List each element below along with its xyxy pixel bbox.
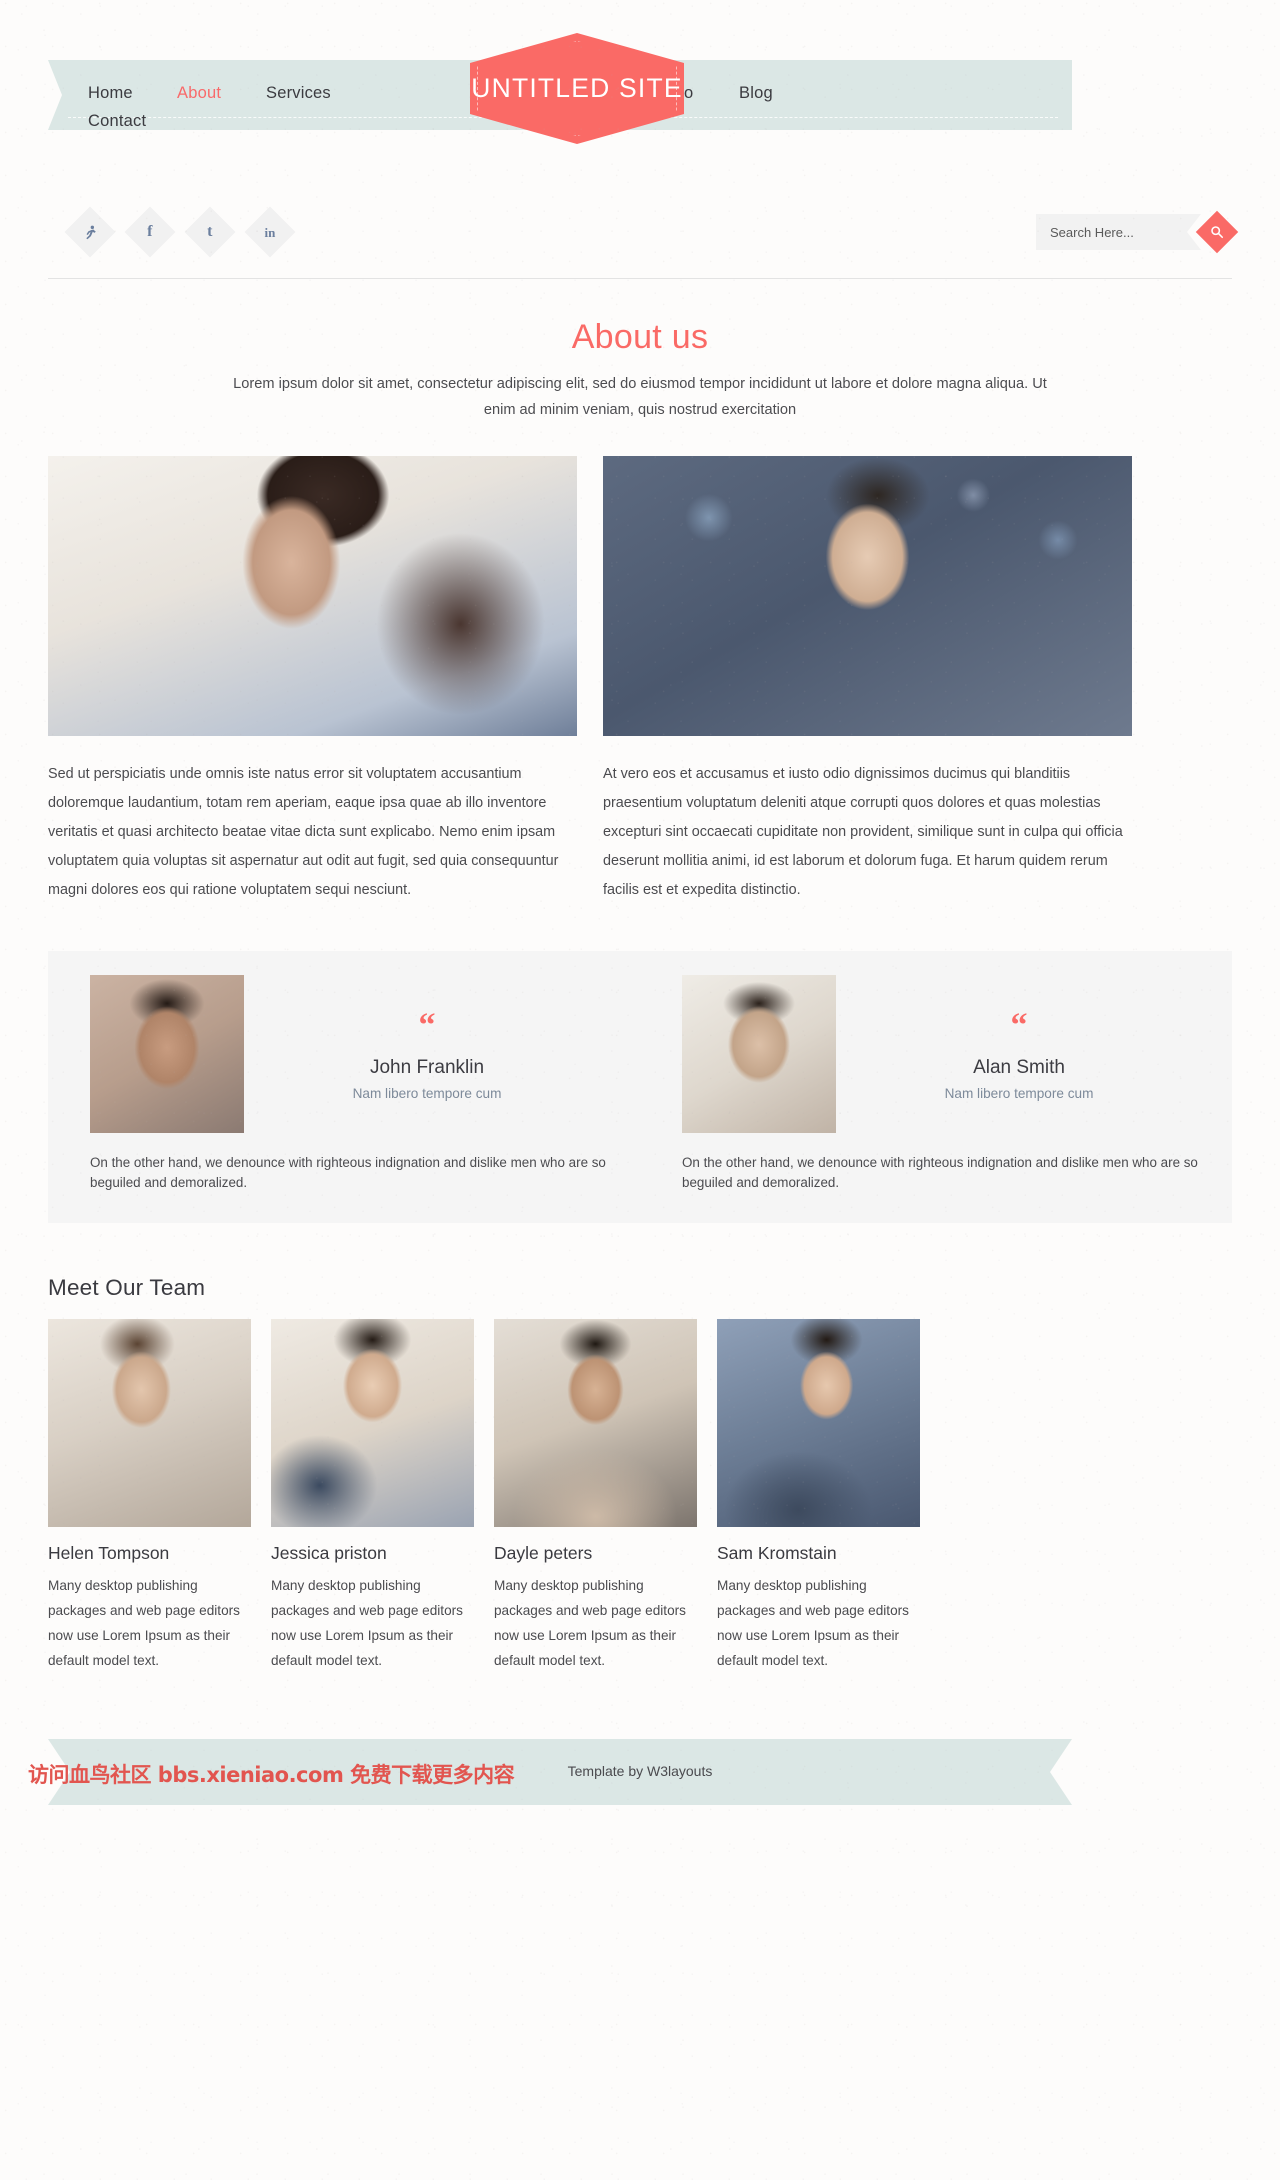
team-member-card[interactable]: Sam Kromstain Many desktop publishing pa… bbox=[717, 1319, 920, 1673]
team-member-photo bbox=[271, 1319, 474, 1527]
search-form bbox=[1036, 210, 1239, 254]
dribbble-icon[interactable] bbox=[64, 206, 116, 258]
about-subtitle: Lorem ipsum dolor sit amet, consectetur … bbox=[233, 376, 1047, 418]
linkedin-icon[interactable]: in bbox=[244, 206, 296, 258]
testimonial-text: On the other hand, we denounce with righ… bbox=[682, 1155, 1198, 1190]
testimonial-avatar bbox=[682, 975, 836, 1133]
testimonial-role: Nam libero tempore cum bbox=[352, 1086, 502, 1101]
page-title: About us bbox=[571, 318, 709, 356]
about-image-left bbox=[48, 456, 577, 736]
team-member-name: Sam Kromstain bbox=[717, 1543, 837, 1563]
team-member-card[interactable]: Dayle peters Many desktop publishing pac… bbox=[494, 1319, 697, 1673]
testimonial-meta: “ Alan Smith Nam libero tempore cum bbox=[836, 975, 1232, 1133]
nav-link-blog[interactable]: Blog bbox=[739, 84, 773, 103]
twitter-glyph: t bbox=[207, 222, 213, 240]
search-submit-button[interactable] bbox=[1195, 210, 1239, 254]
watermark-overlay: 访问血鸟社区 bbs.xieniao.com 免费下载更多内容 bbox=[28, 1763, 515, 1787]
about-text-left: Sed ut perspiciatis unde omnis iste natu… bbox=[48, 766, 559, 898]
testimonial-role: Nam libero tempore cum bbox=[944, 1086, 1094, 1101]
team-member-photo bbox=[48, 1319, 251, 1527]
utility-bar: f t in bbox=[0, 200, 1280, 292]
team-member-name: Helen Tompson bbox=[48, 1543, 170, 1563]
team-member-photo bbox=[717, 1319, 920, 1527]
team-member-name: Dayle peters bbox=[494, 1543, 593, 1563]
quote-icon: “ bbox=[1010, 1007, 1028, 1044]
team-member-name: Jessica priston bbox=[271, 1543, 387, 1563]
team-member-description: Many desktop publishing packages and web… bbox=[494, 1578, 686, 1668]
testimonial-name: Alan Smith bbox=[973, 1057, 1065, 1078]
nav-link-contact[interactable]: Contact bbox=[88, 112, 146, 131]
team-member-card[interactable]: Jessica priston Many desktop publishing … bbox=[271, 1319, 474, 1673]
search-field-wrapper bbox=[1036, 214, 1201, 250]
team-member-photo bbox=[494, 1319, 697, 1527]
team-member-description: Many desktop publishing packages and web… bbox=[48, 1578, 240, 1668]
about-header: About us Lorem ipsum dolor sit amet, con… bbox=[0, 318, 1280, 423]
about-column-left: Sed ut perspiciatis unde omnis iste natu… bbox=[48, 456, 577, 905]
about-image-right bbox=[603, 456, 1132, 736]
social-links: f t in bbox=[64, 206, 296, 258]
testimonial-meta: “ John Franklin Nam libero tempore cum bbox=[244, 975, 640, 1133]
team-grid: Helen Tompson Many desktop publishing pa… bbox=[48, 1319, 1232, 1673]
nav-link-about[interactable]: About bbox=[177, 84, 221, 103]
testimonials-row: “ John Franklin Nam libero tempore cum “… bbox=[48, 975, 1232, 1133]
about-text-right: At vero eos et accusamus et iusto odio d… bbox=[603, 766, 1123, 898]
testimonial-card: “ Alan Smith Nam libero tempore cum bbox=[640, 975, 1232, 1133]
site-footer: Template by W3layouts 访问血鸟社区 bbs.xieniao… bbox=[0, 1717, 1280, 1827]
facebook-glyph: f bbox=[147, 222, 153, 240]
testimonial-name: John Franklin bbox=[369, 1057, 485, 1078]
section-divider bbox=[48, 278, 1232, 279]
about-column-right: At vero eos et accusamus et iusto odio d… bbox=[603, 456, 1132, 905]
nav-link-services[interactable]: Services bbox=[266, 84, 331, 103]
team-member-description: Many desktop publishing packages and web… bbox=[717, 1578, 909, 1668]
testimonial-quotes-row: On the other hand, we denounce with righ… bbox=[48, 1153, 1232, 1193]
twitter-icon[interactable]: t bbox=[184, 206, 236, 258]
site-logo-text: UNTITLED SITE bbox=[471, 73, 683, 103]
search-input[interactable] bbox=[1050, 225, 1180, 240]
facebook-icon[interactable]: f bbox=[124, 206, 176, 258]
about-columns: Sed ut perspiciatis unde omnis iste natu… bbox=[48, 456, 1232, 905]
testimonials-section: “ John Franklin Nam libero tempore cum “… bbox=[48, 951, 1232, 1223]
testimonial-card: “ John Franklin Nam libero tempore cum bbox=[48, 975, 640, 1133]
testimonial-text: On the other hand, we denounce with righ… bbox=[90, 1155, 606, 1190]
testimonial-avatar bbox=[90, 975, 244, 1133]
site-header: Home About Services Portfolio Blog Conta… bbox=[0, 0, 1280, 200]
team-section-title: Meet Our Team bbox=[48, 1275, 206, 1300]
linkedin-glyph: in bbox=[264, 224, 276, 240]
quote-icon: “ bbox=[418, 1007, 436, 1044]
team-member-card[interactable]: Helen Tompson Many desktop publishing pa… bbox=[48, 1319, 251, 1673]
team-member-description: Many desktop publishing packages and web… bbox=[271, 1578, 463, 1668]
nav-link-home[interactable]: Home bbox=[88, 84, 133, 103]
